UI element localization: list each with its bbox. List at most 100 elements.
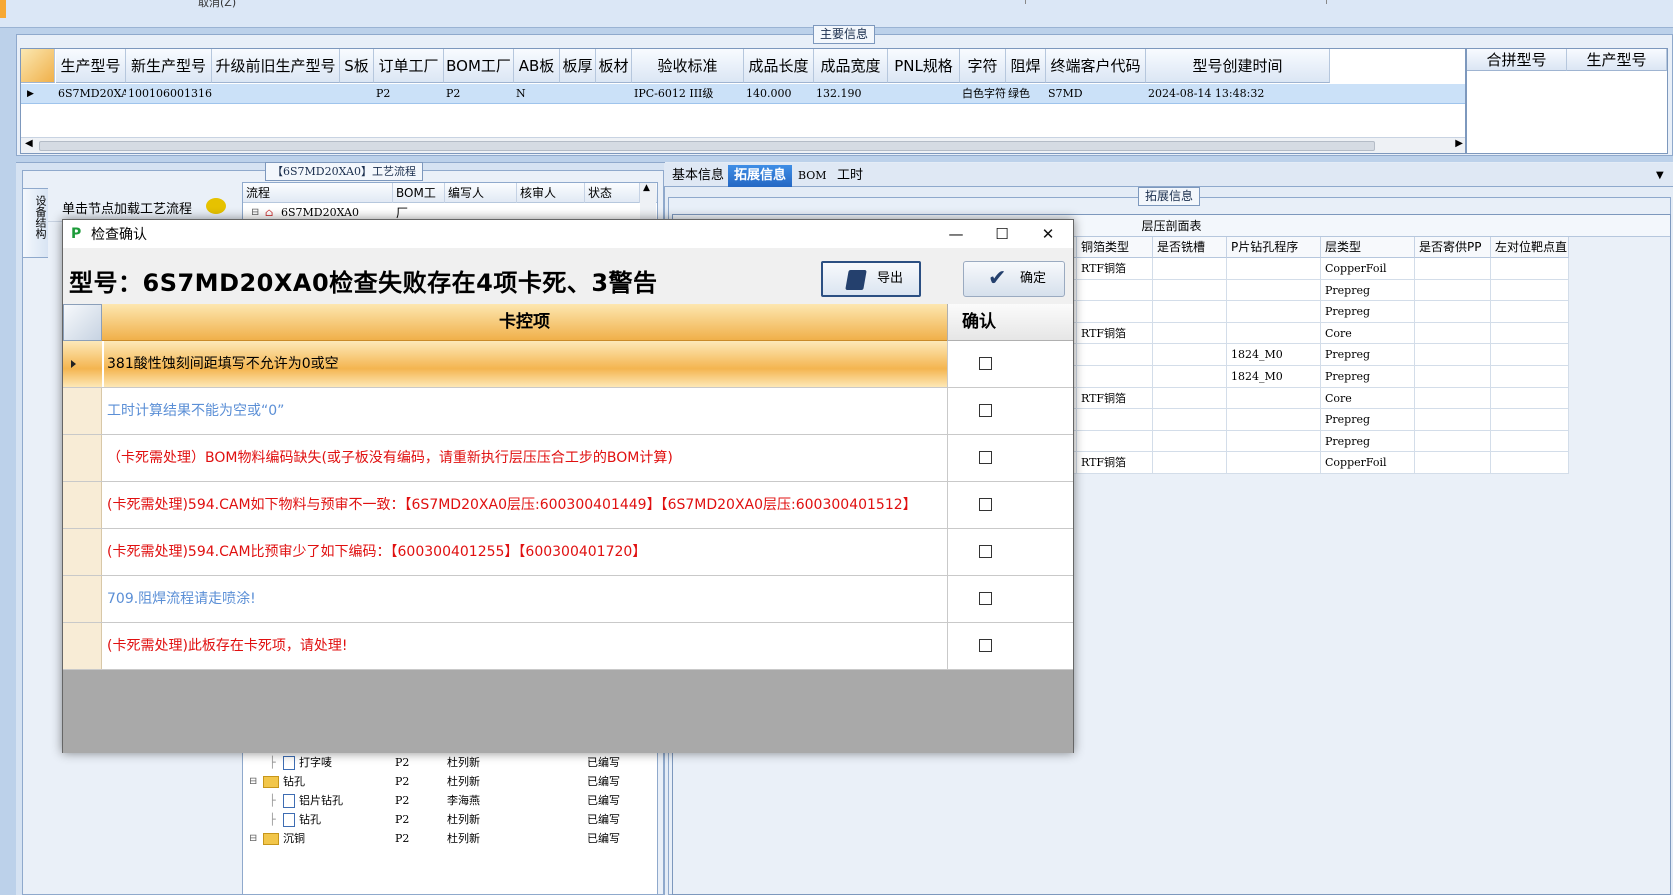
- table-cell[interactable]: Prepreg: [1321, 279, 1415, 302]
- table-cell[interactable]: [1153, 344, 1227, 366]
- column-header[interactable]: 终端客户代码: [1046, 49, 1146, 83]
- column-header[interactable]: 升级前旧生产型号: [212, 49, 340, 83]
- table-cell[interactable]: 6S7MD20XA0: [56, 84, 126, 104]
- tree-node[interactable]: ⊟ 沉铜 P2 杜列新 已编写: [243, 829, 657, 848]
- tab-menu-icon[interactable]: ▼: [1656, 170, 1664, 181]
- table-cell[interactable]: [1153, 279, 1227, 302]
- tree-node[interactable]: ├ 钻孔 P2 杜列新 已编写: [243, 810, 657, 829]
- table-cell[interactable]: [888, 84, 960, 104]
- tab-basic-info[interactable]: 基本信息: [666, 165, 730, 187]
- table-cell[interactable]: [1077, 301, 1153, 323]
- table-cell[interactable]: [1491, 322, 1569, 345]
- table-cell[interactable]: [1227, 387, 1321, 410]
- check-item-row[interactable]: 709.阻焊流程请走喷涂!: [63, 576, 1073, 623]
- scroll-up-icon[interactable]: ▲: [643, 183, 650, 193]
- export-button[interactable]: 导出: [821, 261, 921, 297]
- table-cell[interactable]: [1415, 366, 1491, 388]
- table-cell[interactable]: [1491, 430, 1569, 453]
- table-cell[interactable]: RTF铜箔: [1077, 452, 1153, 474]
- table-cell[interactable]: [560, 84, 596, 104]
- table-cell[interactable]: 1824_M0: [1227, 366, 1321, 388]
- confirm-checkbox[interactable]: [979, 357, 992, 370]
- table-cell[interactable]: 140.000: [744, 84, 814, 104]
- table-cell[interactable]: Prepreg: [1321, 366, 1415, 388]
- column-header[interactable]: 合拼型号: [1467, 49, 1567, 71]
- table-cell[interactable]: 132.190: [814, 84, 888, 104]
- column-header[interactable]: 型号创建时间: [1146, 49, 1330, 83]
- column-header[interactable]: S板: [340, 49, 374, 83]
- horizontal-scrollbar[interactable]: ◀ ▶: [21, 137, 1465, 153]
- table-cell[interactable]: 1824_M0: [1227, 344, 1321, 366]
- table-cell[interactable]: RTF铜箔: [1077, 387, 1153, 410]
- column-header[interactable]: 字符: [960, 49, 1006, 83]
- tab-extended-info[interactable]: 拓展信息: [728, 165, 793, 187]
- column-header[interactable]: 左对位靶点直: [1491, 237, 1569, 258]
- confirm-button[interactable]: ✔ 确定: [963, 261, 1065, 297]
- column-header[interactable]: 铜箔类型: [1077, 237, 1153, 258]
- table-cell[interactable]: [1153, 366, 1227, 388]
- table-cell[interactable]: [1415, 279, 1491, 302]
- table-cell[interactable]: [1491, 387, 1569, 410]
- table-cell[interactable]: [1415, 258, 1491, 280]
- row-header[interactable]: [63, 623, 102, 669]
- confirm-checkbox[interactable]: [979, 451, 992, 464]
- table-cell[interactable]: [1077, 430, 1153, 453]
- table-cell[interactable]: [1491, 366, 1569, 388]
- tab-work-hours[interactable]: 工时: [831, 165, 869, 187]
- column-header[interactable]: 板材: [596, 49, 632, 83]
- table-cell[interactable]: [1227, 301, 1321, 323]
- column-header[interactable]: 核审人: [517, 183, 585, 203]
- table-cell[interactable]: [1153, 409, 1227, 431]
- table-cell[interactable]: [1491, 258, 1569, 280]
- column-header[interactable]: BOM工厂: [393, 183, 445, 220]
- check-item-row[interactable]: （卡死需处理）BOM物料编码缺失(或子板没有编码，请重新执行层压压合工步的BOM…: [63, 435, 1073, 482]
- scroll-left-icon[interactable]: ◀: [25, 138, 33, 149]
- table-cell[interactable]: [1227, 258, 1321, 280]
- table-cell[interactable]: [1415, 387, 1491, 410]
- check-item-row[interactable]: (卡死需处理)594.CAM比预审少了如下编码：【600300401255】【6…: [63, 529, 1073, 576]
- maximize-icon[interactable]: ☐: [979, 220, 1025, 248]
- column-header[interactable]: 成品宽度: [814, 49, 888, 83]
- row-header[interactable]: [63, 482, 102, 528]
- tree-node[interactable]: ├ 铝片钻孔 P2 李海燕 已编写: [243, 791, 657, 810]
- table-cell[interactable]: Core: [1321, 387, 1415, 410]
- tab-equipment-structure[interactable]: 设备结构: [22, 188, 48, 258]
- table-cell[interactable]: [1227, 452, 1321, 474]
- table-cell[interactable]: [1153, 387, 1227, 410]
- column-header[interactable]: 流程: [243, 183, 393, 203]
- table-cell[interactable]: [596, 84, 632, 104]
- column-header[interactable]: 生产型号: [1567, 49, 1667, 71]
- table-cell[interactable]: Prepreg: [1321, 409, 1415, 431]
- dialog-titlebar[interactable]: P 检查确认 — ☐ ✕: [63, 220, 1073, 248]
- table-cell[interactable]: [1227, 430, 1321, 453]
- table-cell[interactable]: [1415, 452, 1491, 474]
- check-item-row[interactable]: 381酸性蚀刻间距填写不允许为0或空: [63, 341, 1073, 388]
- table-cell[interactable]: 2024-08-14 13:48:32: [1146, 84, 1330, 104]
- table-cell[interactable]: P2: [444, 84, 514, 104]
- scroll-thumb[interactable]: [39, 141, 1375, 151]
- tab-bom[interactable]: BOM: [792, 165, 833, 187]
- table-cell[interactable]: P2: [374, 84, 444, 104]
- column-header[interactable]: 生产型号: [56, 49, 126, 83]
- table-cell[interactable]: [340, 84, 374, 104]
- row-header[interactable]: [63, 341, 102, 387]
- table-cell[interactable]: 白色字符: [960, 84, 1006, 104]
- grid-select-all[interactable]: [63, 304, 102, 341]
- column-header[interactable]: P片钻孔程序: [1227, 237, 1321, 258]
- check-item-row[interactable]: 工时计算结果不能为空或“0”: [63, 388, 1073, 435]
- collapse-icon[interactable]: ⊟: [249, 772, 257, 791]
- table-cell[interactable]: [1153, 301, 1227, 323]
- table-cell[interactable]: RTF铜箔: [1077, 258, 1153, 280]
- check-item-row[interactable]: (卡死需处理)此板存在卡死项，请处理!: [63, 623, 1073, 670]
- column-header[interactable]: 验收标准: [632, 49, 744, 83]
- close-icon[interactable]: ✕: [1025, 220, 1071, 248]
- column-header[interactable]: 阻焊: [1006, 49, 1046, 83]
- table-cell[interactable]: [1491, 344, 1569, 366]
- table-cell[interactable]: [1415, 409, 1491, 431]
- table-cell[interactable]: [1153, 322, 1227, 345]
- table-cell[interactable]: Prepreg: [1321, 301, 1415, 323]
- table-cell[interactable]: [1077, 366, 1153, 388]
- column-header[interactable]: 板厚: [560, 49, 596, 83]
- table-cell[interactable]: 绿色: [1006, 84, 1046, 104]
- table-cell[interactable]: IPC-6012 III级: [632, 84, 744, 104]
